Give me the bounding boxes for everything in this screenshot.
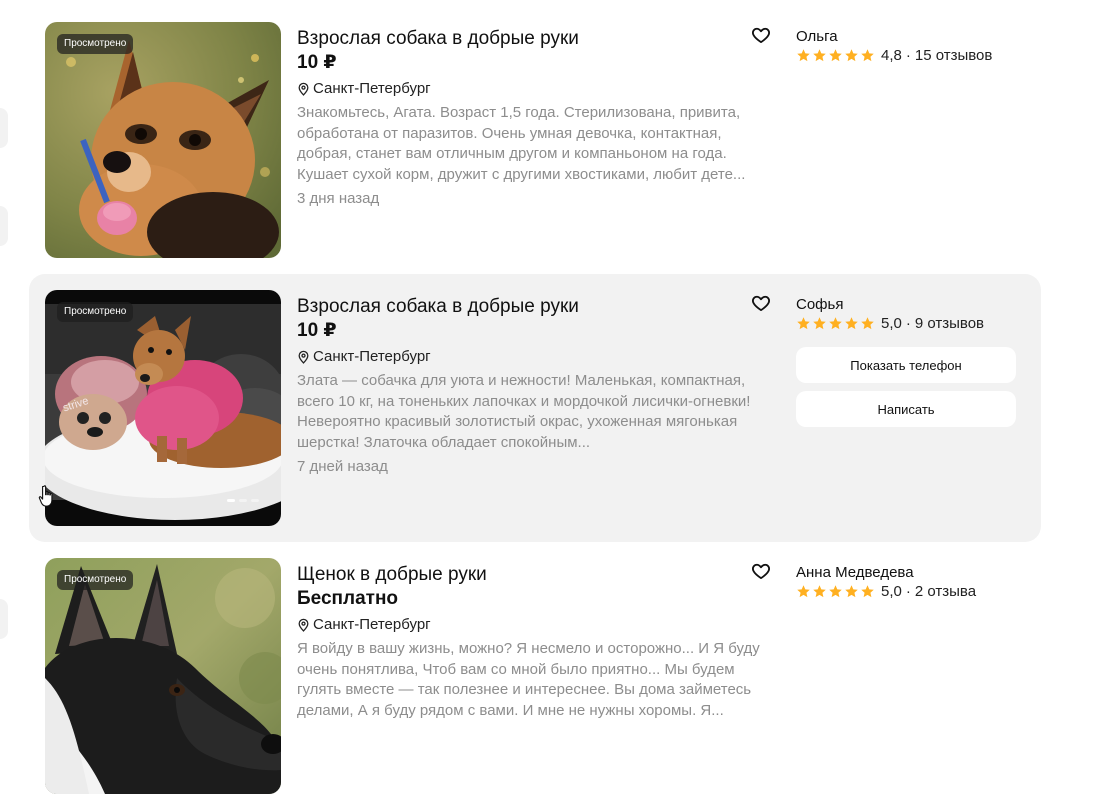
side-panel-tab[interactable] xyxy=(0,206,8,246)
listing-date: 7 дней назад xyxy=(297,458,388,475)
listing-description: Я войду в вашу жизнь, можно? Я несмело и… xyxy=(297,640,760,719)
star-icon xyxy=(796,316,811,331)
viewed-badge: Просмотрено xyxy=(57,34,134,54)
listing-price: Бесплатно xyxy=(297,588,399,609)
star-icon xyxy=(844,316,859,331)
listing-title[interactable]: Щенок в добрые руки xyxy=(297,563,487,587)
seller-name[interactable]: Ольга xyxy=(796,27,838,47)
star-icon xyxy=(796,48,811,63)
reviews-link[interactable]: 9 отзывов xyxy=(915,315,984,332)
star-icon xyxy=(796,584,811,599)
rating-stars xyxy=(796,316,875,331)
listing-title[interactable]: Взрослая собака в добрые руки xyxy=(297,295,579,319)
star-icon xyxy=(812,584,827,599)
reviews-link[interactable]: 15 отзывов xyxy=(915,47,993,64)
listing-photo[interactable]: strive Просмотрено xyxy=(45,290,281,526)
carousel-dot[interactable] xyxy=(239,499,247,502)
show-phone-button[interactable]: Показать телефон xyxy=(796,347,1016,383)
star-icon xyxy=(860,48,875,63)
seller-rating: 5,0 · 9 отзывов xyxy=(796,315,984,332)
listing-card[interactable]: Просмотрено Щенок в добрые руки Бесплатн… xyxy=(29,542,1041,810)
listing-photo[interactable]: Просмотрено xyxy=(45,22,281,258)
listing-card[interactable]: Просмотрено Взрослая собака в добрые рук… xyxy=(29,6,1041,274)
rating-separator: · xyxy=(905,583,911,600)
side-panel-tab[interactable] xyxy=(0,599,8,639)
rating-stars xyxy=(796,48,875,63)
dog-photo-image xyxy=(45,22,281,258)
favorite-heart-icon[interactable] xyxy=(751,561,771,581)
star-icon xyxy=(828,48,843,63)
reviews-link[interactable]: 2 отзыва xyxy=(915,583,976,600)
seller-rating: 4,8 · 15 отзывов xyxy=(796,47,992,64)
rating-separator: · xyxy=(905,315,911,332)
listing-location: Санкт-Петербург xyxy=(297,615,431,635)
star-icon xyxy=(812,48,827,63)
listing-date: 3 дня назад xyxy=(297,190,380,207)
map-pin-icon xyxy=(297,618,310,632)
seller-rating: 5,0 · 2 отзыва xyxy=(796,583,976,600)
carousel-dot[interactable] xyxy=(227,499,235,502)
listing-description: Злата — собачка для уюта и нежности! Мал… xyxy=(297,372,751,451)
rating-value: 5,0 xyxy=(881,315,902,332)
listing-location: Санкт-Петербург xyxy=(297,347,431,367)
listing-location: Санкт-Петербург xyxy=(297,79,431,99)
carousel-dots[interactable] xyxy=(227,499,259,502)
listing-description: Знакомьтесь, Агата. Возраст 1,5 года. Ст… xyxy=(297,104,746,183)
rating-stars xyxy=(796,584,875,599)
listing-photo[interactable]: Просмотрено xyxy=(45,558,281,794)
map-pin-icon xyxy=(297,350,310,364)
dog-photo-image: strive xyxy=(45,290,281,526)
star-icon xyxy=(812,316,827,331)
carousel-dot[interactable] xyxy=(251,499,259,502)
write-message-button[interactable]: Написать xyxy=(796,391,1016,427)
viewed-badge: Просмотрено xyxy=(57,570,134,590)
location-text: Санкт-Петербург xyxy=(313,348,431,365)
star-icon xyxy=(844,584,859,599)
rating-separator: · xyxy=(905,47,911,64)
favorite-heart-icon[interactable] xyxy=(751,293,771,313)
viewed-badge: Просмотрено xyxy=(57,302,134,322)
side-panel-tab[interactable] xyxy=(0,108,8,148)
location-text: Санкт-Петербург xyxy=(313,616,431,633)
star-icon xyxy=(828,316,843,331)
location-text: Санкт-Петербург xyxy=(313,80,431,97)
star-icon xyxy=(860,316,875,331)
listing-price: 10 ₽ xyxy=(297,52,337,73)
rating-value: 4,8 xyxy=(881,47,902,64)
map-pin-icon xyxy=(297,82,310,96)
star-icon xyxy=(844,48,859,63)
listing-price: 10 ₽ xyxy=(297,320,337,341)
hand-pointer-icon xyxy=(38,485,53,507)
listing-card[interactable]: strive Просмотрено Взрослая собака в доб… xyxy=(29,274,1041,542)
star-icon xyxy=(828,584,843,599)
seller-name[interactable]: Софья xyxy=(796,295,843,315)
rating-value: 5,0 xyxy=(881,583,902,600)
listing-title[interactable]: Взрослая собака в добрые руки xyxy=(297,27,579,51)
star-icon xyxy=(860,584,875,599)
seller-name[interactable]: Анна Медведева xyxy=(796,563,914,583)
favorite-heart-icon[interactable] xyxy=(751,25,771,45)
dog-photo-image xyxy=(45,558,281,794)
